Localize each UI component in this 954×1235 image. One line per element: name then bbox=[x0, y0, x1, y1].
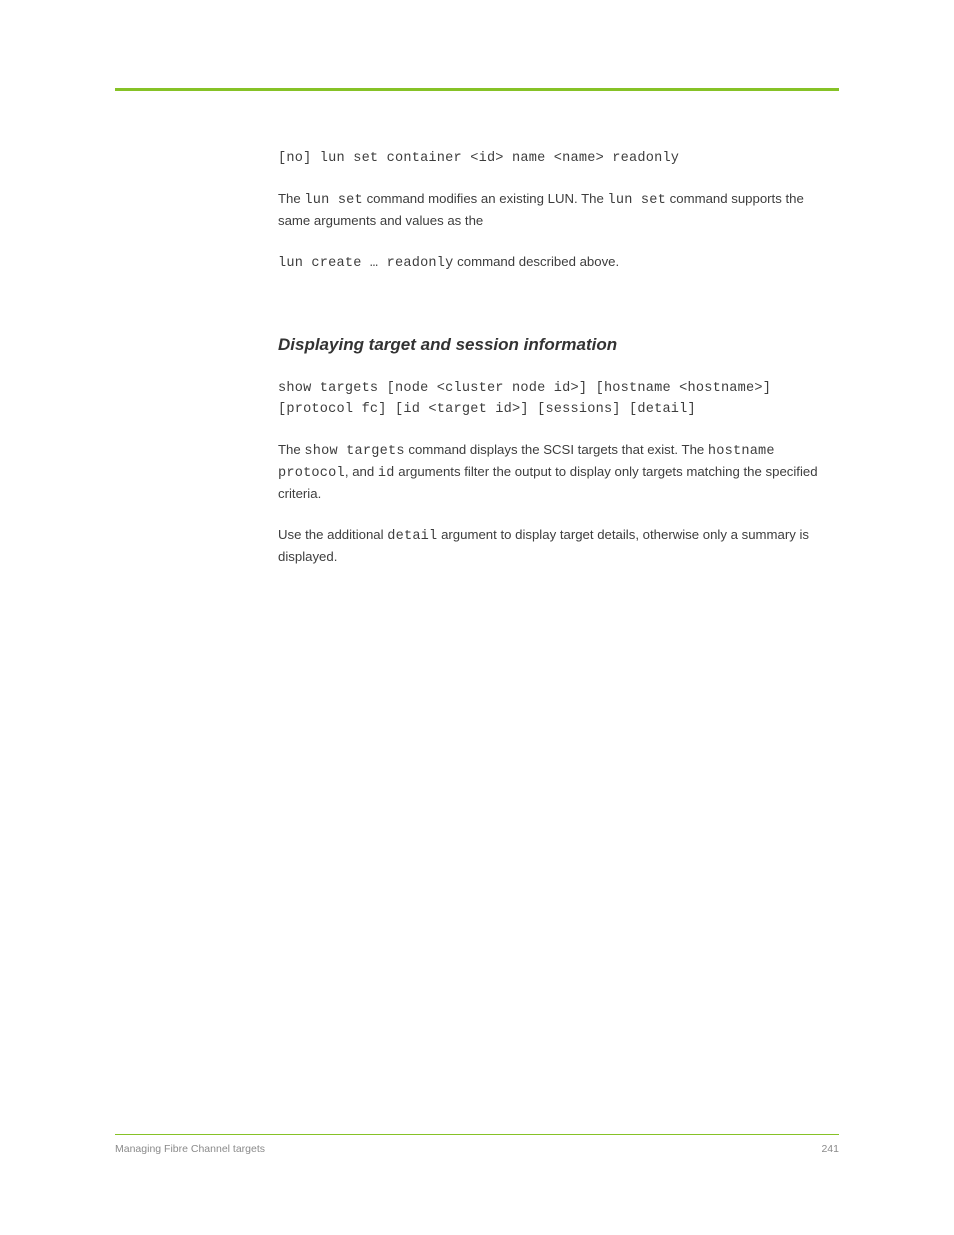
code-lun-set-1: lun set bbox=[304, 193, 363, 208]
code-lun-create-readonly: lun create … readonly bbox=[278, 256, 454, 271]
text: command modifies an existing LUN. The bbox=[363, 191, 608, 206]
text: , and bbox=[345, 464, 378, 479]
cmd-lun-set: [no] lun set container <id> name <name> … bbox=[278, 148, 839, 169]
text: command described above. bbox=[454, 254, 620, 269]
show-targets-description: The show targets command displays the SC… bbox=[278, 440, 839, 505]
code-hostname: hostname bbox=[708, 444, 775, 459]
code-protocol: protocol bbox=[278, 466, 345, 481]
cmd-show-targets-line1: show targets [node <cluster node id>] [h… bbox=[278, 378, 839, 399]
code-show-targets: show targets bbox=[304, 444, 404, 459]
lun-create-line: lun create … readonly command described … bbox=[278, 252, 839, 274]
lun-set-description: The lun set command modifies an existing… bbox=[278, 189, 839, 232]
detail-description: Use the additional detail argument to di… bbox=[278, 525, 839, 568]
main-content: [no] lun set container <id> name <name> … bbox=[278, 148, 839, 567]
code-detail: detail bbox=[387, 529, 437, 544]
text: The bbox=[278, 442, 304, 457]
top-rule bbox=[115, 88, 839, 91]
page-footer: Managing Fibre Channel targets 241 bbox=[115, 1134, 839, 1157]
footer-rule bbox=[115, 1134, 839, 1135]
code-id: id bbox=[378, 466, 395, 481]
footer-section-title: Managing Fibre Channel targets bbox=[115, 1141, 265, 1157]
text: Use the additional bbox=[278, 527, 387, 542]
text: The bbox=[278, 191, 304, 206]
text: command displays the SCSI targets that e… bbox=[405, 442, 708, 457]
section-heading: Displaying target and session informatio… bbox=[278, 332, 839, 358]
cmd-show-targets-line2: [protocol fc] [id <target id>] [sessions… bbox=[278, 399, 839, 420]
code-lun-set-2: lun set bbox=[607, 193, 666, 208]
footer-page-number: 241 bbox=[821, 1141, 839, 1157]
